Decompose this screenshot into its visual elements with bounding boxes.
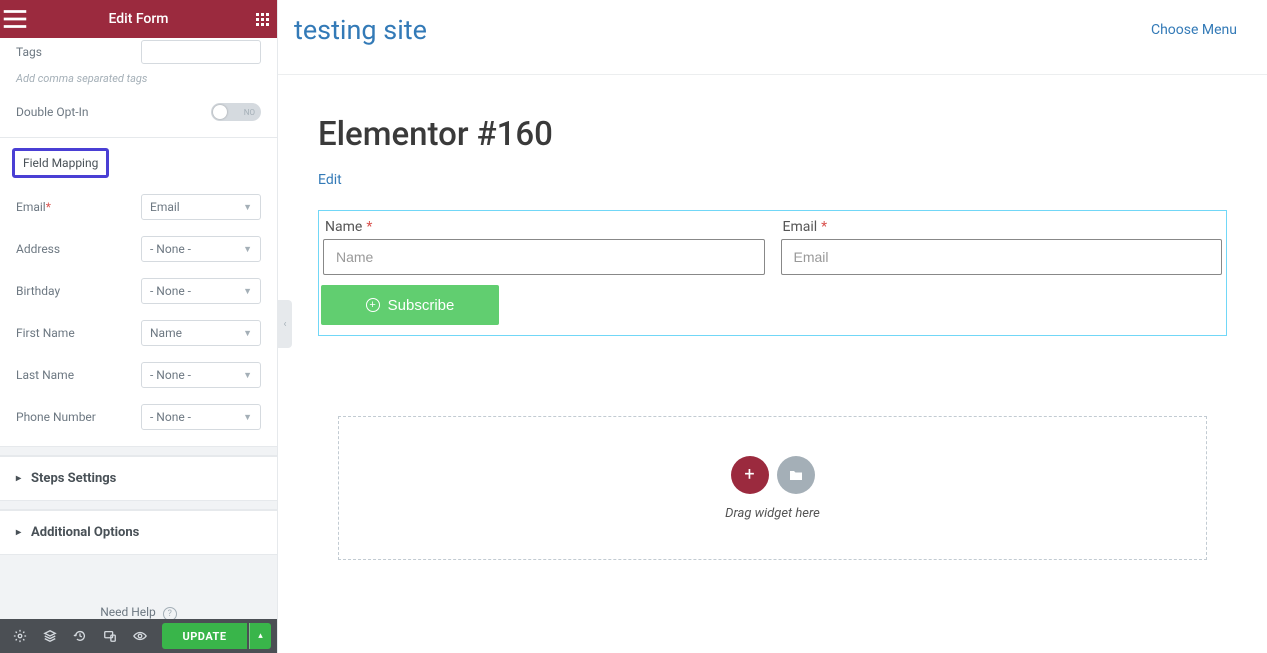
caret-right-icon: ▸ [16,527,21,538]
responsive-icon[interactable] [96,622,124,650]
preview-panel: ‹ testing site Choose Menu Elementor #16… [278,0,1267,653]
preview-content: Elementor #160 Edit Name* Email* + Subsc… [278,75,1267,584]
settings-icon[interactable] [6,622,34,650]
double-optin-label: Double Opt-In [16,105,88,119]
tags-input[interactable] [141,40,261,64]
toggle-text: NO [244,108,255,117]
preview-icon[interactable] [126,622,154,650]
chevron-down-icon: ▼ [243,370,252,381]
sidebar-collapse-handle[interactable]: ‹ [278,300,292,348]
tags-hint: Add comma separated tags [0,72,277,95]
menu-icon[interactable] [0,0,30,38]
plus-circle-icon: + [366,298,380,312]
subscribe-button[interactable]: + Subscribe [321,285,499,325]
choose-menu-link[interactable]: Choose Menu [1151,22,1237,38]
chevron-down-icon: ▼ [243,244,252,255]
navigator-icon[interactable] [36,622,64,650]
mapping-select-phone[interactable]: - None -▼ [141,404,261,430]
update-options-button[interactable]: ▴ [249,623,271,649]
mapping-row-phone: Phone Number - None -▼ [0,396,277,446]
double-optin-toggle[interactable]: NO [211,103,261,121]
preview-header: testing site Choose Menu [278,0,1267,75]
editor-sidebar: Edit Form Tags Add comma separated tags … [0,0,278,653]
sidebar-title: Edit Form [30,11,247,27]
help-link[interactable]: Need Help ? [100,605,177,619]
sidebar-header: Edit Form [0,0,277,38]
section-divider [0,446,277,456]
help-icon: ? [163,607,177,619]
chevron-down-icon: ▼ [243,328,252,339]
dropzone-text: Drag widget here [725,506,820,521]
accordion-steps-settings[interactable]: ▸Steps Settings [0,456,277,500]
sidebar-footer: UPDATE ▴ [0,619,277,653]
mapping-select-birthday[interactable]: - None -▼ [141,278,261,304]
apps-icon[interactable] [247,0,277,38]
accordion-additional-options[interactable]: ▸Additional Options [0,510,277,554]
mapping-row-address: Address - None -▼ [0,228,277,270]
mapping-label: First Name [16,326,75,340]
help-area: Need Help ? [0,554,277,619]
edit-page-link[interactable]: Edit [318,172,342,188]
mapping-label: Email* [16,200,51,214]
mapping-row-last-name: Last Name - None -▼ [0,354,277,396]
name-label: Name* [323,219,765,235]
email-input[interactable] [781,239,1223,275]
name-input[interactable] [323,239,765,275]
mapping-row-email: Email* Email▼ [0,186,277,228]
email-label: Email* [781,219,1223,235]
update-button[interactable]: UPDATE [162,623,247,649]
page-title: Elementor #160 [318,115,1227,154]
widget-dropzone[interactable]: + Drag widget here [338,416,1207,560]
mapping-select-address[interactable]: - None -▼ [141,236,261,262]
double-optin-control: Double Opt-In NO [0,95,277,137]
tags-control: Tags [0,38,277,72]
mapping-row-first-name: First Name Name▼ [0,312,277,354]
history-icon[interactable] [66,622,94,650]
sidebar-body: Tags Add comma separated tags Double Opt… [0,38,277,619]
mapping-select-first-name[interactable]: Name▼ [141,320,261,346]
mapping-label: Address [16,242,60,256]
mapping-select-email[interactable]: Email▼ [141,194,261,220]
caret-right-icon: ▸ [16,473,21,484]
site-title[interactable]: testing site [294,14,427,46]
chevron-down-icon: ▼ [243,412,252,423]
form-widget[interactable]: Name* Email* + Subscribe [318,210,1227,336]
chevron-down-icon: ▼ [243,286,252,297]
section-divider [0,500,277,510]
mapping-label: Last Name [16,368,74,382]
tags-label: Tags [16,45,42,59]
field-mapping-label: Field Mapping [12,148,109,178]
form-field-name: Name* [321,219,767,275]
add-template-button[interactable] [777,456,815,494]
form-field-email: Email* [779,219,1225,275]
mapping-select-last-name[interactable]: - None -▼ [141,362,261,388]
mapping-label: Phone Number [16,410,96,424]
add-section-button[interactable]: + [731,456,769,494]
mapping-row-birthday: Birthday - None -▼ [0,270,277,312]
chevron-down-icon: ▼ [243,202,252,213]
mapping-label: Birthday [16,284,60,298]
